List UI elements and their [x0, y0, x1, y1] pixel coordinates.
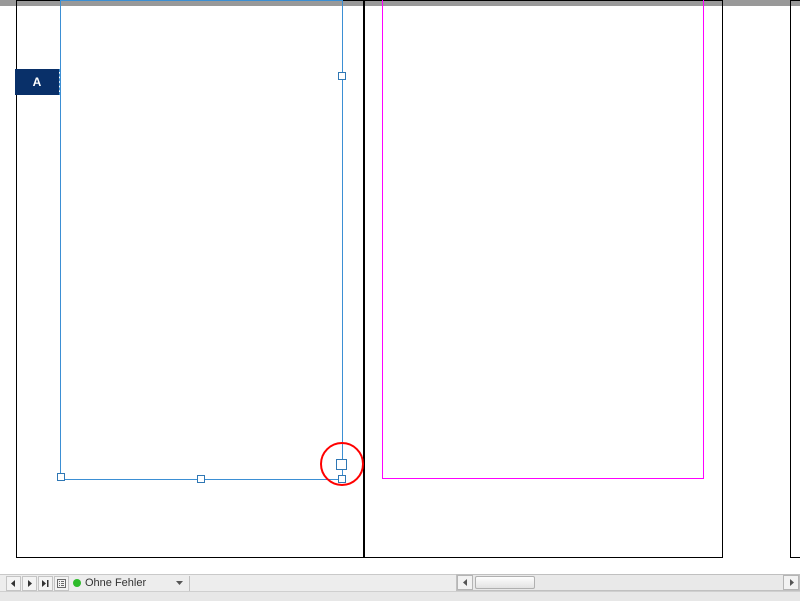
last-icon: [41, 580, 50, 587]
document-canvas[interactable]: A: [0, 6, 800, 574]
status-divider: [189, 576, 190, 591]
scroll-right-button[interactable]: [783, 575, 799, 590]
scroll-left-icon: [463, 579, 468, 586]
page-prev-button[interactable]: [6, 576, 21, 591]
horizontal-scrollbar[interactable]: [456, 574, 800, 591]
annotation-circle: [320, 442, 364, 486]
chevron-down-icon: [176, 581, 183, 585]
page-next-button[interactable]: [22, 576, 37, 591]
master-page-label: A: [33, 75, 42, 89]
next-icon: [26, 580, 33, 587]
selection-handle-mid-bottom[interactable]: [197, 475, 205, 483]
status-bar: Ohne Fehler: [0, 574, 456, 591]
preflight-status[interactable]: Ohne Fehler: [73, 576, 183, 591]
selection-handle-top-right[interactable]: [338, 72, 346, 80]
page-menu-button[interactable]: [54, 576, 69, 591]
open-icon: [57, 579, 66, 588]
prev-icon: [10, 580, 17, 587]
preflight-dot-icon: [73, 579, 81, 587]
scroll-thumb[interactable]: [475, 576, 535, 589]
master-page-badge-edge: [59, 69, 63, 95]
scroll-left-button[interactable]: [457, 575, 473, 590]
right-page-margin: [382, 0, 704, 479]
master-page-badge[interactable]: A: [15, 69, 59, 95]
page-last-button[interactable]: [38, 576, 53, 591]
far-right-page-edge: [790, 0, 800, 558]
selected-text-frame[interactable]: [60, 0, 343, 480]
scroll-right-icon: [789, 579, 794, 586]
selection-handle-left[interactable]: [57, 473, 65, 481]
preflight-label: Ohne Fehler: [85, 577, 146, 589]
